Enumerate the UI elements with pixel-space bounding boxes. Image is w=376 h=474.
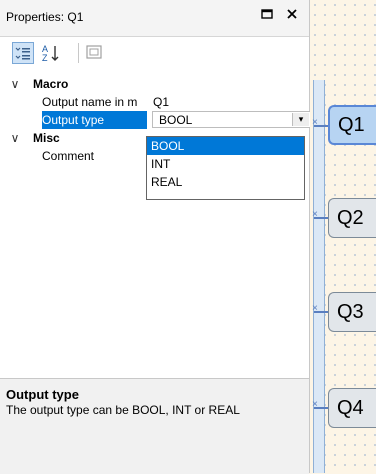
properties-toolbar: A Z: [0, 37, 309, 70]
property-pages-icon[interactable]: [84, 42, 106, 64]
chevron-down-icon[interactable]: ∨: [8, 129, 22, 147]
output-block-q3[interactable]: Q3: [328, 292, 376, 332]
toolbar-separator: [78, 43, 79, 63]
connection-pin[interactable]: [312, 303, 328, 314]
connection-pin[interactable]: [312, 399, 328, 410]
connection-pin[interactable]: [312, 117, 328, 128]
category-macro[interactable]: ∨ Macro: [8, 75, 310, 93]
connection-pin[interactable]: [312, 209, 328, 220]
chevron-down-icon[interactable]: ▾: [292, 113, 309, 126]
panel-titlebar: Properties: Q1: [0, 0, 309, 37]
category-label: Macro: [33, 77, 69, 91]
output-block-q2[interactable]: Q2: [328, 198, 376, 238]
panel-title: Properties: Q1: [6, 10, 84, 24]
category-label: Misc: [33, 131, 60, 145]
description-heading: Output type: [6, 387, 79, 402]
output-type-dropdown-list[interactable]: BOOL INT REAL: [146, 136, 305, 200]
output-block-q1[interactable]: Q1: [328, 105, 376, 145]
description-pane: Output type The output type can be BOOL,…: [0, 378, 309, 474]
output-type-combobox[interactable]: BOOL ▾: [152, 111, 311, 128]
property-output-type[interactable]: Output type BOOL ▾: [8, 111, 311, 129]
dropdown-option-int[interactable]: INT: [147, 155, 304, 173]
properties-panel: Properties: Q1 A Z ∨ Macro Output name i…: [0, 0, 311, 474]
property-name: Output type: [42, 111, 147, 129]
output-block-q4[interactable]: Q4: [328, 388, 376, 428]
combobox-value: BOOL: [159, 113, 193, 127]
property-name: Comment: [42, 149, 95, 163]
chevron-down-icon[interactable]: ∨: [8, 75, 22, 93]
property-output-name[interactable]: Output name in m Q1: [8, 93, 310, 111]
sort-az-icon[interactable]: A Z: [40, 42, 62, 64]
maximize-icon[interactable]: [258, 7, 276, 25]
property-name: Output name in m: [42, 95, 138, 109]
description-text: The output type can be BOOL, INT or REAL: [6, 403, 240, 417]
property-value[interactable]: Q1: [153, 93, 169, 111]
dropdown-option-bool[interactable]: BOOL: [147, 137, 304, 155]
categorized-icon[interactable]: [12, 42, 34, 64]
output-rail: [313, 80, 325, 473]
svg-text:Z: Z: [42, 53, 48, 63]
dropdown-option-real[interactable]: REAL: [147, 173, 304, 191]
close-icon[interactable]: [283, 7, 301, 25]
